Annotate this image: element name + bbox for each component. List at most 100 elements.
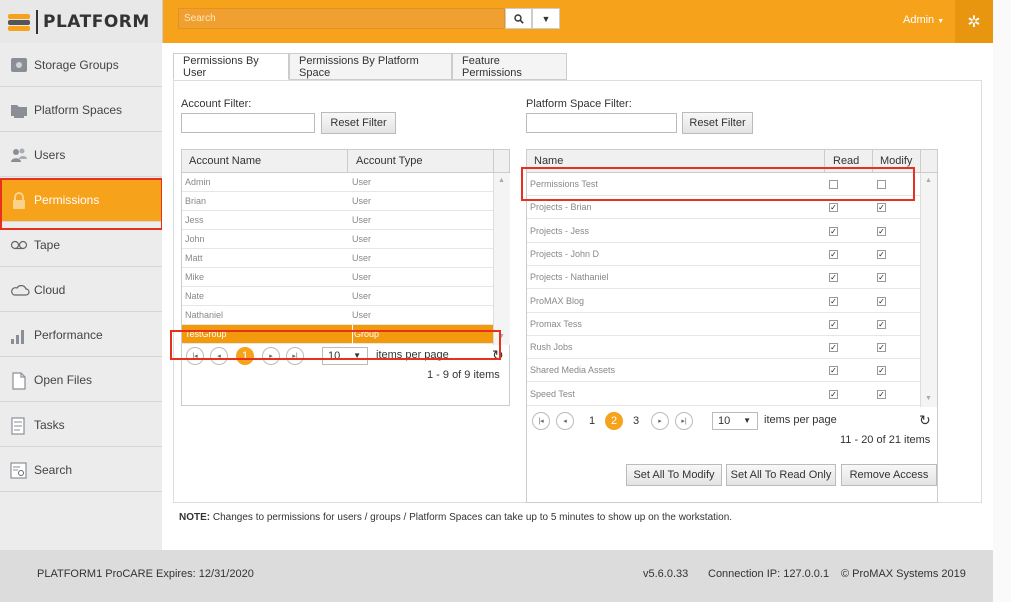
read-checkbox[interactable]: ✓ (829, 319, 838, 329)
table-row[interactable]: Projects - John D ✓ ✓ (527, 243, 920, 266)
sidebar: Storage Groups Platform Spaces Users Per… (0, 43, 162, 550)
cell-space-name: Rush Jobs (530, 342, 573, 353)
cell-space-name: Projects - Brian (530, 202, 592, 213)
table-row[interactable]: Jess User (182, 211, 494, 230)
table-row[interactable]: Shared Media Assets ✓ ✓ (527, 359, 920, 383)
sidebar-item-tasks[interactable]: Tasks (0, 403, 162, 447)
item-count: 1 - 9 of 9 items (427, 369, 500, 381)
sidebar-item-storage-groups[interactable]: Storage Groups (0, 43, 162, 87)
sidebar-item-performance[interactable]: Performance (0, 313, 162, 357)
user-menu[interactable]: Admin ▼ (903, 14, 944, 26)
table-row[interactable]: Nathaniel User (182, 306, 494, 325)
tab-permissions-by-platform-space[interactable]: Permissions By Platform Space (289, 53, 452, 80)
modify-checkbox[interactable]: ✓ (877, 389, 886, 399)
modify-checkbox[interactable]: ✓ (877, 319, 886, 329)
table-row[interactable]: ProMAX Blog ✓ ✓ (527, 290, 920, 313)
permissions-panel: Account Filter: Reset Filter Account Nam… (173, 80, 982, 503)
read-checkbox[interactable]: ✓ (829, 296, 838, 306)
sidebar-item-label: Cloud (34, 282, 66, 297)
read-checkbox[interactable]: ✓ (829, 226, 838, 236)
tab-feature-permissions[interactable]: Feature Permissions (452, 53, 567, 80)
cell-space-name: Promax Tess (530, 318, 582, 329)
prev-page-icon[interactable]: ◂ (556, 412, 574, 430)
read-checkbox[interactable]: ✓ (829, 366, 838, 376)
modify-checkbox[interactable]: ✓ (877, 343, 886, 353)
table-row[interactable]: Projects - Jess ✓ ✓ (527, 220, 920, 243)
cell-account-type: User (352, 177, 372, 187)
account-filter-input[interactable] (181, 113, 315, 133)
sidebar-item-label: Performance (34, 327, 103, 342)
page-number[interactable]: 3 (627, 412, 645, 430)
next-page-icon[interactable]: ▸ (651, 412, 669, 430)
account-reset-filter-button[interactable]: Reset Filter (321, 112, 396, 134)
modify-checkbox[interactable]: ✓ (877, 203, 886, 213)
search-button[interactable] (505, 8, 532, 29)
modify-checkbox[interactable]: ✓ (877, 296, 886, 306)
remove-access-button[interactable]: Remove Access (841, 464, 937, 486)
page-number-current[interactable]: 2 (605, 412, 623, 430)
version-label: v5.6.0.33 (643, 568, 689, 580)
modify-checkbox[interactable]: ✓ (877, 226, 886, 236)
sidebar-item-label: Open Files (34, 372, 93, 387)
table-row[interactable]: Promax Tess ✓ ✓ (527, 313, 920, 336)
settings-button[interactable]: ✲ (955, 0, 993, 43)
search-input[interactable] (178, 8, 505, 29)
accounts-scrollbar[interactable]: ▲ ▼ (493, 173, 510, 345)
table-row[interactable]: Rush Jobs ✓ ✓ (527, 336, 920, 360)
space-reset-filter-button[interactable]: Reset Filter (682, 112, 753, 134)
modify-checkbox[interactable]: ✓ (877, 249, 886, 259)
table-row[interactable]: Nate User (182, 287, 494, 306)
table-row[interactable]: Brian User (182, 192, 494, 211)
last-page-icon[interactable]: ▸| (675, 412, 693, 430)
table-row[interactable]: Projects - Nathaniel ✓ ✓ (527, 266, 920, 290)
items-per-page-select[interactable]: 10 ▼ (712, 412, 758, 430)
space-filter-input[interactable] (526, 113, 677, 133)
sidebar-item-cloud[interactable]: Cloud (0, 268, 162, 312)
note-text: Changes to permissions for users / group… (210, 512, 733, 523)
page-number[interactable]: 1 (583, 412, 601, 430)
column-header-name[interactable]: Name (534, 155, 563, 167)
table-row[interactable]: Admin User (182, 173, 494, 192)
sidebar-item-users[interactable]: Users (0, 133, 162, 177)
main-content: Permissions By User Permissions By Platf… (162, 43, 993, 550)
column-header-account-type[interactable]: Account Type (356, 155, 422, 167)
scroll-down-icon[interactable]: ▼ (925, 395, 932, 402)
tab-label: Feature Permissions (462, 54, 522, 79)
column-header-read[interactable]: Read (833, 155, 859, 167)
table-row[interactable]: John User (182, 230, 494, 249)
tab-permissions-by-user[interactable]: Permissions By User (173, 53, 289, 80)
accounts-grid: Account Name Account Type Admin User Bria… (181, 149, 510, 406)
items-per-page-value: 10 (718, 415, 731, 427)
scroll-up-icon[interactable]: ▲ (925, 177, 932, 184)
set-all-to-read-only-button[interactable]: Set All To Read Only (726, 464, 836, 486)
read-checkbox[interactable]: ✓ (829, 343, 838, 353)
read-checkbox[interactable]: ✓ (829, 203, 838, 213)
search-dropdown-button[interactable]: ▼ (532, 8, 560, 29)
refresh-icon[interactable]: ↻ (919, 412, 931, 429)
cell-account-name: Nate (185, 291, 205, 301)
table-row[interactable]: Speed Test ✓ ✓ (527, 383, 920, 406)
read-checkbox[interactable]: ✓ (829, 249, 838, 259)
platform-logo[interactable]: PLATFORM (0, 0, 163, 43)
modify-checkbox[interactable]: ✓ (877, 273, 886, 283)
tab-label: Permissions By Platform Space (299, 54, 419, 79)
space-filter-label: Platform Space Filter: (526, 98, 632, 110)
sidebar-item-open-files[interactable]: Open Files (0, 358, 162, 402)
column-header-modify[interactable]: Modify (880, 155, 912, 167)
column-header-account-name[interactable]: Account Name (189, 155, 261, 167)
cell-account-type: User (352, 272, 372, 282)
table-row[interactable]: Mike User (182, 268, 494, 287)
sidebar-item-platform-spaces[interactable]: Platform Spaces (0, 88, 162, 132)
scroll-up-icon[interactable]: ▲ (498, 177, 505, 184)
sidebar-item-search[interactable]: Search (0, 448, 162, 492)
modify-checkbox[interactable]: ✓ (877, 366, 886, 376)
read-checkbox[interactable]: ✓ (829, 273, 838, 283)
set-all-to-modify-button[interactable]: Set All To Modify (626, 464, 722, 486)
sidebar-item-label: Platform Spaces (34, 102, 123, 117)
sidebar-item-label: Storage Groups (34, 57, 119, 72)
table-row[interactable]: Matt User (182, 249, 494, 268)
spaces-scrollbar[interactable]: ▲ ▼ (920, 173, 937, 407)
read-checkbox[interactable]: ✓ (829, 389, 838, 399)
license-expiry: PLATFORM1 ProCARE Expires: 12/31/2020 (37, 568, 254, 580)
first-page-icon[interactable]: |◂ (532, 412, 550, 430)
